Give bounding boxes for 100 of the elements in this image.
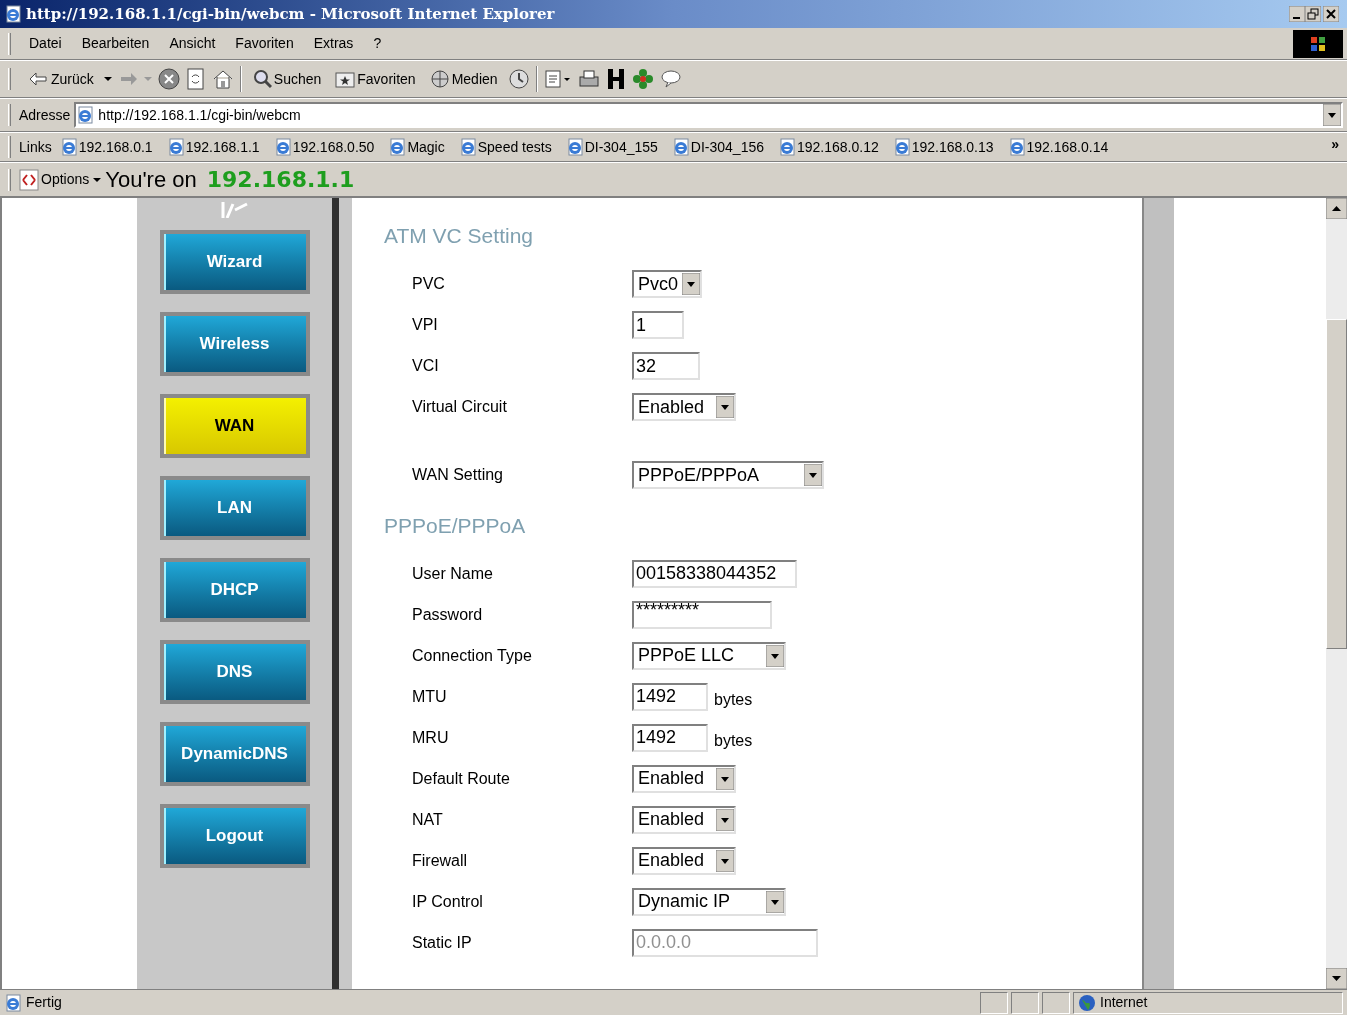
page-icon	[1007, 138, 1026, 156]
page-icon	[166, 138, 185, 156]
link-item[interactable]: 192.168.0.12	[778, 136, 879, 158]
star-folder-icon	[335, 70, 356, 88]
field-label: Default Route	[411, 768, 511, 789]
section-heading: ATM VC Setting	[384, 223, 534, 249]
field-label: MTU	[411, 686, 448, 707]
media-button[interactable]: Medien	[425, 68, 502, 90]
caret-icon[interactable]	[103, 76, 112, 82]
scroll-up-icon[interactable]	[1326, 198, 1347, 219]
input-field[interactable]: 1	[632, 311, 684, 339]
address-field[interactable]: http://192.168.1.1/cgi-bin/webcm	[74, 102, 1343, 128]
field-label: VCI	[411, 356, 440, 376]
page-icon	[388, 138, 407, 156]
field-label: NAT	[411, 809, 444, 830]
menu-item[interactable]: Extras	[303, 33, 364, 54]
nav-button[interactable]: WAN	[159, 394, 310, 458]
menu-item[interactable]: ?	[363, 33, 392, 54]
unit-label: bytes	[714, 689, 753, 710]
field-label: Password	[411, 604, 484, 625]
page-icon	[565, 138, 584, 156]
host-address: 192.168.1.1	[206, 166, 355, 194]
menu-item[interactable]: Datei	[19, 33, 72, 54]
link-item[interactable]: 192.168.0.1	[59, 136, 153, 158]
dropdown-arrow-icon	[766, 890, 784, 913]
zone-text: Internet	[1100, 993, 1148, 1012]
input-field[interactable]: 32	[632, 352, 700, 380]
select-dropdown[interactable]: PPPoE LLC	[632, 641, 786, 670]
link-item[interactable]: Magic	[388, 136, 445, 158]
page-icon	[273, 138, 292, 156]
nav-button[interactable]: Logout	[159, 804, 310, 868]
select-dropdown[interactable]: Pvc0	[632, 270, 702, 298]
minimize-icon[interactable]	[1289, 6, 1305, 22]
home-icon[interactable]	[211, 68, 234, 90]
address-label: Adresse	[19, 105, 71, 125]
refresh-icon[interactable]	[185, 68, 206, 90]
options-button[interactable]: Options	[41, 169, 102, 190]
field-label: Static IP	[411, 932, 473, 953]
window-title: http://192.168.1.1/cgi-bin/webcm - Microsoft Internet Explorer	[26, 3, 555, 25]
close-icon[interactable]	[1323, 6, 1339, 22]
field-label: VPI	[411, 315, 439, 335]
nav-button[interactable]: LAN	[159, 476, 310, 540]
speech-bubble-icon[interactable]	[659, 69, 682, 89]
link-item[interactable]: 192.168.0.50	[273, 136, 375, 158]
field-label: MRU	[411, 727, 450, 748]
link-item[interactable]: 192.168.1.1	[166, 136, 260, 158]
caret-icon	[93, 176, 102, 183]
status-text: Fertig	[26, 993, 62, 1012]
scrollbar[interactable]	[1326, 198, 1347, 989]
flower-icon[interactable]	[631, 68, 654, 90]
input-field[interactable]: 00158338044352	[632, 559, 797, 588]
printer-icon[interactable]	[577, 69, 600, 89]
dropdown-arrow-icon	[716, 767, 734, 790]
page-icon	[76, 106, 95, 124]
c-logo-icon	[19, 168, 39, 191]
scroll-down-icon[interactable]	[1326, 968, 1347, 989]
select-dropdown[interactable]: Enabled	[632, 393, 736, 421]
history-icon[interactable]	[507, 68, 530, 90]
select-dropdown[interactable]: Enabled	[632, 805, 736, 834]
input-field[interactable]: 1492	[632, 682, 708, 711]
link-item[interactable]: 192.168.0.14	[1007, 136, 1109, 158]
nav-button[interactable]: DHCP	[159, 558, 310, 622]
link-item[interactable]: DI-304_155	[565, 136, 658, 158]
nav-button[interactable]: Wizard	[159, 230, 310, 294]
select-dropdown[interactable]: Enabled	[632, 764, 736, 793]
select-dropdown[interactable]: PPPoE/PPPoA	[632, 461, 824, 489]
field-label: IP Control	[411, 891, 484, 912]
menu-item[interactable]: Ansicht	[159, 33, 226, 54]
favorites-button[interactable]: Favoriten	[331, 68, 420, 90]
restore-icon[interactable]	[1305, 6, 1321, 22]
menu-item[interactable]: Favoriten	[225, 33, 304, 54]
link-item[interactable]: 192.168.0.13	[892, 136, 994, 158]
nav-button[interactable]: Wireless	[159, 312, 310, 376]
back-arrow-icon	[29, 72, 47, 86]
nav-button[interactable]: DynamicDNS	[159, 722, 310, 786]
links-label: Links	[19, 137, 52, 157]
location-text: You're on	[105, 166, 197, 194]
link-item[interactable]: Speed tests	[458, 136, 552, 158]
letter-h-icon[interactable]	[605, 68, 626, 90]
nav-button[interactable]: DNS	[159, 640, 310, 704]
globe-icon	[429, 69, 450, 89]
page-icon	[671, 138, 690, 156]
input-field[interactable]: 1492	[632, 723, 708, 752]
stop-icon[interactable]	[157, 68, 180, 90]
password-field[interactable]: *********	[632, 600, 772, 629]
page-icon	[458, 138, 477, 156]
field-label: Connection Type	[411, 645, 533, 666]
globe-icon	[1078, 993, 1096, 1012]
back-button[interactable]: Zurück	[25, 68, 98, 90]
more-chevron[interactable]: »	[1331, 134, 1339, 155]
menu-item[interactable]: Bearbeiten	[71, 33, 160, 54]
select-dropdown[interactable]: Enabled	[632, 846, 736, 875]
select-dropdown[interactable]: Dynamic IP	[632, 887, 786, 916]
field-label: Virtual Circuit	[411, 397, 508, 417]
link-item[interactable]: DI-304_156	[671, 136, 764, 158]
dropdown-arrow-icon	[716, 808, 734, 831]
dropdown-arrow-icon[interactable]	[1323, 104, 1341, 126]
dropdown-arrow-icon	[682, 273, 700, 295]
search-button[interactable]: Suchen	[247, 68, 326, 90]
scroll-thumb[interactable]	[1326, 319, 1347, 649]
